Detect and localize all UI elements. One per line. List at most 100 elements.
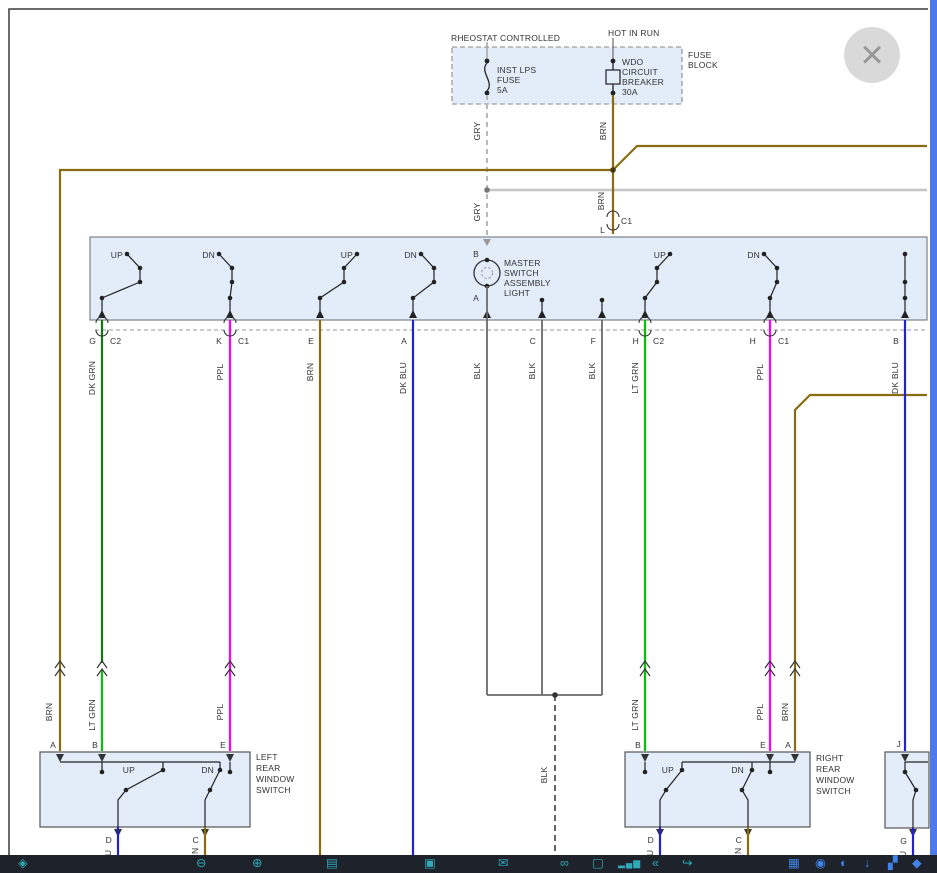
- link-icon[interactable]: ∞: [560, 855, 569, 873]
- fuse-name-line2: FUSE: [497, 75, 521, 85]
- wire-label-gry-2: GRY: [472, 202, 482, 221]
- wire-label-brn-lower-left: BRN: [44, 703, 54, 722]
- wire-label-blk-ground: BLK: [539, 767, 549, 784]
- upper-wire-labels: DK GRN PPL BRN DK BLU BLK BLK BLK LT GRN…: [87, 361, 900, 395]
- back-icon[interactable]: «: [652, 855, 659, 873]
- breaker-rating: 30A: [622, 87, 638, 97]
- wire-label-brn-lower-right: BRN: [780, 703, 790, 722]
- left-rear-window-switch: UP DN LEFT REAR WINDOW SWITCH D U C RN: [40, 752, 295, 860]
- pin-a-right-box: A: [785, 740, 791, 750]
- inline-connectors: [55, 661, 800, 676]
- wire-label-brn-2: BRN: [596, 192, 606, 211]
- wire-label-blk-a: BLK: [472, 363, 482, 380]
- fuse-block-panel: RHEOSTAT CONTROLLED HOT IN RUN INST LPS …: [451, 28, 718, 104]
- wire-label-dk-blu-right: DK BLU: [890, 362, 900, 394]
- pin-l: L: [600, 225, 605, 235]
- camera-icon[interactable]: ◉: [815, 855, 826, 873]
- up-label-1: UP: [111, 250, 123, 260]
- image-icon[interactable]: ▦: [788, 855, 800, 873]
- save-icon[interactable]: ◆: [912, 855, 922, 873]
- close-button[interactable]: ×: [844, 27, 900, 83]
- right-switch-title-4: SWITCH: [816, 786, 851, 796]
- hot-in-run-label: HOT IN RUN: [608, 28, 659, 38]
- wire-label-ppl-lower-right: PPL: [755, 704, 765, 721]
- pin-b-left-box: B: [92, 740, 98, 750]
- dn-label-1: DN: [202, 250, 215, 260]
- connector-c1-top: C1: [621, 216, 632, 226]
- wire-label-ppl-left: PPL: [215, 364, 225, 381]
- wire-brn-right: [795, 395, 927, 751]
- share-icon[interactable]: ↪: [682, 855, 692, 873]
- page-border: [9, 9, 928, 856]
- pin-e-right-box: E: [760, 740, 766, 750]
- pin-a-left-box: A: [50, 740, 56, 750]
- master-switch-assembly: B A MASTER SWITCH ASSEMBLY LIGHT UP DN U…: [90, 237, 927, 330]
- pin-h-c2: H: [633, 336, 639, 346]
- dn-label-2: DN: [404, 250, 417, 260]
- pin-e-left-box: E: [220, 740, 226, 750]
- left-switch-title-2: REAR: [256, 763, 280, 773]
- pin-a-light: A: [473, 293, 479, 303]
- master-title-2: SWITCH: [504, 268, 539, 278]
- contrast-icon[interactable]: ◐: [840, 855, 848, 873]
- fullscreen-icon[interactable]: ▢: [592, 855, 604, 873]
- left-switch-title-1: LEFT: [256, 752, 278, 762]
- pin-g: G: [89, 336, 96, 346]
- breaker-line1: WDO: [622, 57, 644, 67]
- zoom-out-icon[interactable]: ⊖: [196, 855, 206, 873]
- print-icon[interactable]: ▣: [424, 855, 436, 873]
- breaker-line2: CIRCUIT: [622, 67, 658, 77]
- left-dn-label: DN: [201, 765, 214, 775]
- breaker-line3: BREAKER: [622, 77, 664, 87]
- left-up-label: UP: [123, 765, 135, 775]
- mail-icon[interactable]: ✉: [498, 855, 508, 873]
- wiring-diagram: RHEOSTAT CONTROLLED HOT IN RUN INST LPS …: [0, 0, 937, 873]
- right-switch-title-2: REAR: [816, 764, 840, 774]
- close-icon: ×: [860, 35, 883, 75]
- wire-label-lt-grn-lower-left: LT GRN: [87, 699, 97, 731]
- bottom-toolbar: ◈ ⊖ ⊕ ▤ ▣ ✉ ∞ ▢ ▂▄▆ « ↪ ▦ ◉ ◐ ↓ ▞ ◆: [0, 855, 937, 873]
- gry-feed-wires: GRY GRY: [472, 95, 927, 259]
- pin-b-right-box: B: [635, 740, 641, 750]
- fuse-block-line2: BLOCK: [688, 60, 718, 70]
- pin-e: E: [308, 336, 314, 346]
- select-tool-icon[interactable]: ◈: [18, 855, 28, 873]
- wire-label-ppl-lower-left: PPL: [215, 704, 225, 721]
- wire-label-lt-grn-lower-right: LT GRN: [630, 699, 640, 731]
- wire-label-blk-f: BLK: [587, 363, 597, 380]
- left-switch-title-4: SWITCH: [256, 785, 291, 795]
- zoom-in-icon[interactable]: ⊕: [252, 855, 262, 873]
- master-title-3: ASSEMBLY: [504, 278, 551, 288]
- connector-c2-left: C2: [110, 336, 121, 346]
- wire-label-brn-1: BRN: [598, 122, 608, 141]
- wire-label-ppl-right: PPL: [755, 364, 765, 381]
- up-label-2: UP: [341, 250, 353, 260]
- wire-brn-right-top: [613, 146, 927, 170]
- connector-c1-right: C1: [778, 336, 789, 346]
- wire-label-dk-blu-left: DK BLU: [398, 362, 408, 394]
- scroll-strip[interactable]: [930, 0, 937, 855]
- right-switch-title-3: WINDOW: [816, 775, 855, 785]
- pin-b-light: B: [473, 249, 479, 259]
- far-right-partial-switch: G U: [885, 752, 929, 857]
- master-pin-labels: G C2 K C1 E A C F H C2 H C1 B: [89, 336, 899, 346]
- pin-c-right-out: C: [736, 835, 742, 845]
- wire-label-lt-grn-right: LT GRN: [630, 362, 640, 394]
- right-up-label: UP: [662, 765, 674, 775]
- pin-f: F: [591, 336, 596, 346]
- left-switch-title-3: WINDOW: [256, 774, 295, 784]
- dn-label-3: DN: [747, 250, 760, 260]
- pin-d-left-out: D: [106, 835, 112, 845]
- download-icon[interactable]: ↓: [864, 855, 870, 873]
- chart-icon[interactable]: ▂▄▆: [618, 855, 641, 873]
- grid-icon[interactable]: ▞: [888, 855, 898, 873]
- fuse-name-line1: INST LPS: [497, 65, 536, 75]
- master-title-4: LIGHT: [504, 288, 530, 298]
- master-title-1: MASTER: [504, 258, 541, 268]
- right-dn-label: DN: [731, 765, 744, 775]
- up-label-3: UP: [654, 250, 666, 260]
- pages-icon[interactable]: ▤: [326, 855, 338, 873]
- rheostat-label: RHEOSTAT CONTROLLED: [451, 33, 560, 43]
- pin-c: C: [530, 336, 536, 346]
- pin-k: K: [216, 336, 222, 346]
